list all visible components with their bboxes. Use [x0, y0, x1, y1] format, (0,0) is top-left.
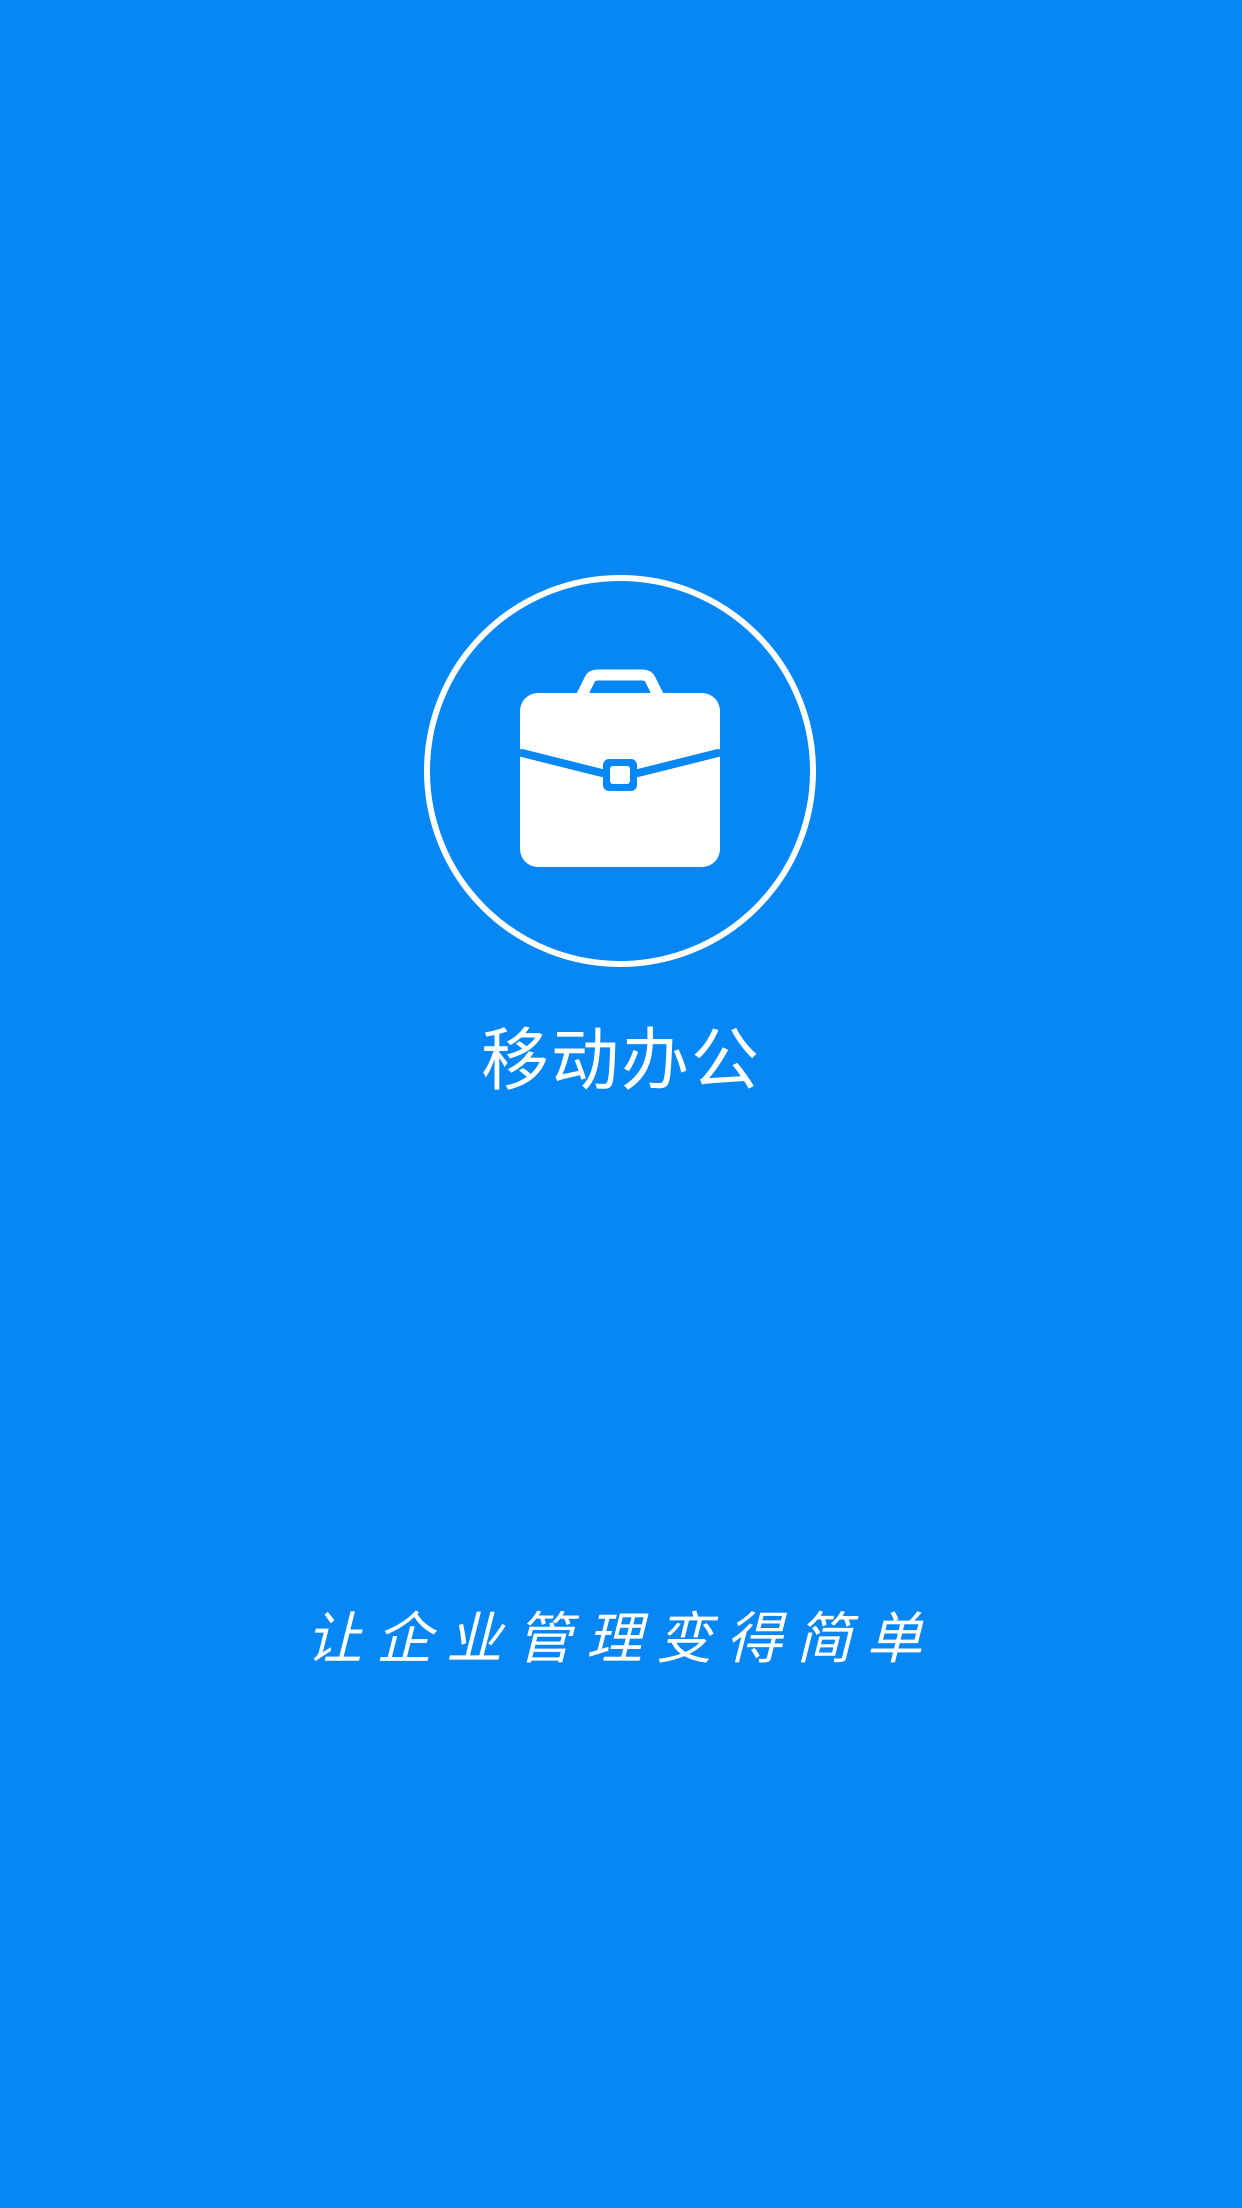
slogan-text: 让企业管理变得简单	[306, 1607, 936, 1672]
app-title: 移动办公	[480, 1022, 761, 1101]
briefcase-icon	[520, 669, 720, 867]
app-logo	[424, 575, 816, 967]
splash-screen: 移动办公 让企业管理变得简单	[0, 0, 1242, 2208]
